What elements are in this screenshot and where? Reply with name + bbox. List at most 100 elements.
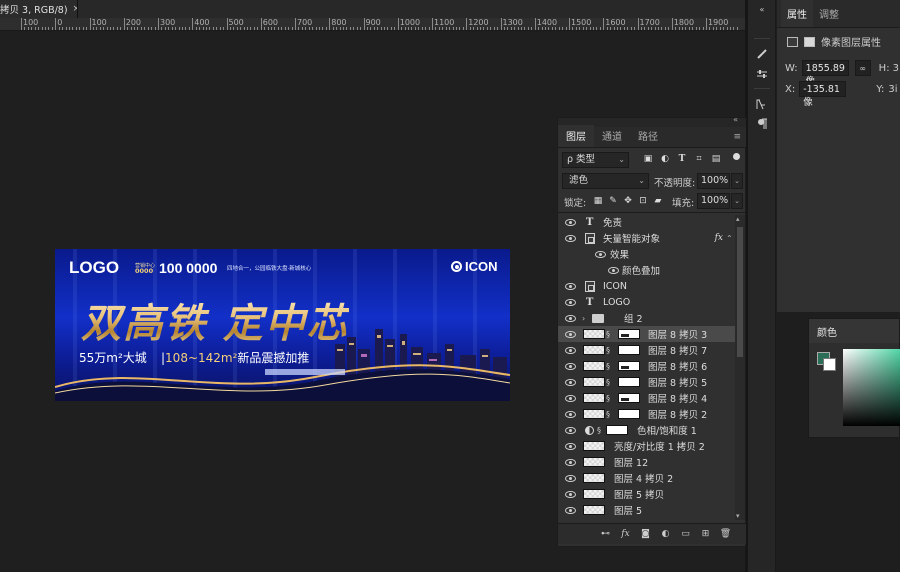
visibility-eye-icon[interactable]	[565, 490, 576, 498]
link-icon[interactable]: §	[606, 362, 610, 371]
chevron-down-icon[interactable]: ⌄	[731, 193, 743, 209]
layer-thumbnail[interactable]	[583, 441, 605, 451]
collapse-icon[interactable]: «	[733, 115, 738, 124]
chevron-right-icon[interactable]: ›	[582, 314, 585, 323]
layer-mask-thumbnail[interactable]	[606, 425, 628, 435]
visibility-eye-icon[interactable]	[565, 218, 576, 226]
filter-smart-object-icon[interactable]: ▤	[710, 152, 722, 166]
layer-mask-thumbnail[interactable]	[618, 329, 640, 339]
filter-pixel-icon[interactable]: ▣	[642, 152, 654, 166]
brush-icon[interactable]	[755, 47, 769, 61]
layer-row[interactable]: § 图层 8 拷贝 3	[558, 326, 736, 342]
layer-thumbnail[interactable]	[583, 457, 605, 467]
tab-paths[interactable]: 路径	[630, 125, 666, 147]
add-layer-style-button[interactable]: fx	[620, 529, 631, 540]
layer-row[interactable]: § 图层 8 拷贝 7	[558, 342, 736, 358]
width-input[interactable]: 1855.89 像	[801, 60, 849, 87]
filter-type-icon[interactable]: T	[676, 152, 688, 166]
scrollbar-thumb[interactable]	[737, 227, 743, 357]
mask-icon[interactable]	[804, 36, 815, 47]
layer-row[interactable]: › 组 2	[558, 310, 736, 326]
blend-mode-select[interactable]: 滤色 ⌄	[562, 173, 649, 189]
layer-row[interactable]: T 免责	[558, 214, 736, 230]
visibility-eye-icon[interactable]	[565, 394, 576, 402]
tab-adjustments[interactable]: 调整	[813, 0, 845, 27]
visibility-eye-icon[interactable]	[565, 378, 576, 386]
visibility-eye-icon[interactable]	[565, 346, 576, 354]
visibility-eye-icon[interactable]	[565, 410, 576, 418]
layer-row[interactable]: 图层 4 拷贝 2	[558, 470, 736, 486]
layer-row[interactable]: 矢量智能对象 fx ⌃	[558, 230, 736, 246]
visibility-eye-icon[interactable]	[565, 474, 576, 482]
layer-row[interactable]: 图层 12	[558, 454, 736, 470]
lock-all-icon[interactable]: ▰	[652, 194, 664, 208]
banner-artwork[interactable]: LOGO 营销中心 0000 100 0000 四地合一，公园临铁大盘·新城核心…	[55, 249, 510, 401]
layer-mask-thumbnail[interactable]	[618, 393, 640, 403]
layer-row[interactable]: T LOGO	[558, 294, 736, 310]
horizontal-ruler[interactable]: 100 0 100 200 300 400 500 600 700 800 900 1000 1100 1…	[0, 18, 745, 31]
link-layers-icon[interactable]: ⊷	[600, 529, 611, 540]
layer-row[interactable]: 图层 5 拷贝	[558, 486, 736, 502]
layer-mask-thumbnail[interactable]	[618, 345, 640, 355]
link-icon[interactable]: §	[597, 426, 601, 435]
new-group-icon[interactable]: ▭	[680, 529, 691, 540]
visibility-eye-icon[interactable]	[595, 250, 606, 258]
tab-channels[interactable]: 通道	[594, 125, 630, 147]
layer-thumbnail[interactable]	[583, 409, 605, 419]
layer-row[interactable]: 效果	[558, 246, 736, 262]
new-layer-icon[interactable]: ⊞	[700, 529, 711, 540]
visibility-eye-icon[interactable]	[565, 442, 576, 450]
height-input[interactable]: 3	[893, 63, 899, 74]
layer-thumbnail[interactable]	[583, 473, 605, 483]
visibility-eye-icon[interactable]	[565, 314, 576, 322]
scroll-down-icon[interactable]: ▾	[736, 512, 740, 520]
collapse-icon[interactable]: «	[755, 2, 769, 16]
document-tab[interactable]: 拷贝 3, RGB/8) ×	[0, 0, 78, 18]
visibility-eye-icon[interactable]	[565, 330, 576, 338]
visibility-eye-icon[interactable]	[565, 426, 576, 434]
layer-thumbnail[interactable]	[583, 361, 605, 371]
layer-thumbnail[interactable]	[583, 489, 605, 499]
link-dimensions-icon[interactable]: ∞	[854, 60, 871, 76]
sliders-icon[interactable]	[755, 67, 769, 81]
layer-row[interactable]: § 色相/饱和度 1	[558, 422, 736, 438]
layer-filter-select[interactable]: ρ 类型 ⌄	[562, 152, 629, 168]
tab-layers[interactable]: 图层	[558, 125, 594, 147]
layer-row[interactable]: § 图层 8 拷贝 4	[558, 390, 736, 406]
fill-input[interactable]: 100%	[697, 193, 730, 209]
layer-effects-icon[interactable]: fx	[715, 233, 723, 243]
visibility-eye-icon[interactable]	[565, 282, 576, 290]
y-input[interactable]: 3i	[888, 84, 897, 95]
tab-properties[interactable]: 属性	[781, 0, 813, 27]
layer-thumbnail[interactable]	[583, 393, 605, 403]
chevron-down-icon[interactable]: ⌄	[731, 173, 743, 189]
lock-artboard-icon[interactable]: ⊡	[637, 194, 649, 208]
layer-thumbnail[interactable]	[583, 377, 605, 387]
link-icon[interactable]: §	[606, 394, 610, 403]
new-adjustment-icon[interactable]: ◐	[660, 529, 671, 540]
visibility-eye-icon[interactable]	[608, 266, 619, 274]
layer-mask-thumbnail[interactable]	[618, 361, 640, 371]
color-panel-title[interactable]: 颜色	[809, 319, 899, 343]
layer-row[interactable]: 图层 5	[558, 502, 736, 518]
lock-image-icon[interactable]: ✎	[607, 194, 619, 208]
link-icon[interactable]: §	[606, 330, 610, 339]
layer-row[interactable]: 亮度/对比度 1 拷贝 2	[558, 438, 736, 454]
link-icon[interactable]: §	[606, 378, 610, 387]
layer-thumbnail[interactable]	[583, 329, 605, 339]
character-panel-icon[interactable]	[755, 97, 769, 111]
visibility-eye-icon[interactable]	[565, 234, 576, 242]
layer-row[interactable]: 颜色叠加	[558, 262, 736, 278]
filter-toggle[interactable]	[733, 153, 740, 160]
color-picker-field[interactable]	[843, 349, 900, 426]
visibility-eye-icon[interactable]	[565, 298, 576, 306]
panel-menu-icon[interactable]: ≡	[733, 132, 741, 142]
paragraph-icon[interactable]	[755, 117, 769, 131]
link-icon[interactable]: §	[606, 410, 610, 419]
visibility-eye-icon[interactable]	[565, 506, 576, 514]
layer-mask-thumbnail[interactable]	[618, 409, 640, 419]
x-input[interactable]: -135.81 像	[799, 81, 847, 108]
visibility-eye-icon[interactable]	[565, 458, 576, 466]
filter-adjustment-icon[interactable]: ◐	[659, 152, 671, 166]
background-color-swatch[interactable]	[823, 358, 836, 371]
